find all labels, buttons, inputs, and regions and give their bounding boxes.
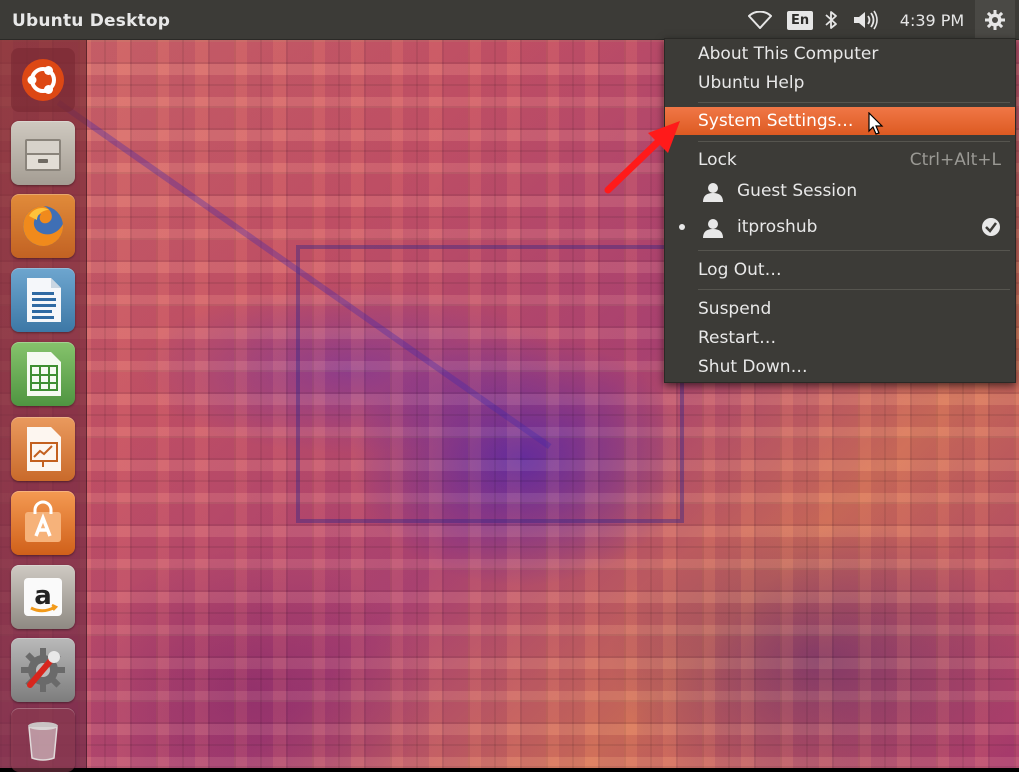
- libreoffice-impress-launcher[interactable]: [11, 417, 75, 481]
- trash-icon: [28, 722, 58, 761]
- presentation-icon: [27, 427, 61, 471]
- bluetooth-icon[interactable]: [820, 0, 842, 40]
- amazon-launcher[interactable]: a: [11, 565, 75, 629]
- menu-item-shut-down-label: Shut Down…: [698, 357, 808, 377]
- wifi-icon[interactable]: [746, 0, 774, 40]
- libreoffice-calc-launcher[interactable]: [11, 342, 75, 406]
- language-label: En: [786, 10, 814, 30]
- mouse-cursor-icon: [868, 112, 884, 135]
- launcher: a: [0, 40, 87, 772]
- menu-item-help[interactable]: Ubuntu Help: [665, 69, 1015, 97]
- file-cabinet-icon: [25, 139, 61, 171]
- menu-item-lock[interactable]: Lock Ctrl+Alt+L: [665, 146, 1015, 174]
- firefox-launcher[interactable]: [11, 194, 75, 258]
- menu-item-guest-session[interactable]: Guest Session: [665, 177, 1015, 205]
- menu-item-shut-down[interactable]: Shut Down…: [665, 353, 1015, 381]
- menu-separator: [698, 141, 1010, 142]
- menu-item-system-settings[interactable]: System Settings…: [665, 107, 1015, 135]
- active-user-bullet: [679, 224, 685, 230]
- language-indicator[interactable]: En: [786, 0, 814, 40]
- menu-item-about[interactable]: About This Computer: [665, 40, 1015, 68]
- session-menu: About This Computer Ubuntu Help System S…: [664, 38, 1016, 383]
- shopping-bag-icon: [25, 500, 61, 542]
- red-annotation-arrow: [604, 121, 680, 194]
- menu-item-lock-label: Lock: [698, 150, 737, 170]
- files-launcher[interactable]: [11, 121, 75, 185]
- clock[interactable]: 4:39 PM: [895, 0, 969, 40]
- lock-shortcut-label: Ctrl+Alt+L: [909, 150, 1001, 170]
- menu-separator: [698, 289, 1010, 290]
- menu-separator: [698, 102, 1010, 103]
- volume-icon[interactable]: [850, 0, 882, 40]
- top-panel: Ubuntu Desktop En 4:39 PM: [0, 0, 1019, 40]
- libreoffice-writer-launcher[interactable]: [11, 268, 75, 332]
- user-icon: [703, 183, 723, 202]
- wallpaper-rect-outline: [296, 245, 684, 523]
- panel-title: Ubuntu Desktop: [12, 11, 171, 31]
- menu-item-guest-session-label: Guest Session: [737, 181, 858, 201]
- checkmark-icon: [982, 218, 1000, 236]
- spreadsheet-icon: [27, 352, 61, 396]
- system-settings-launcher[interactable]: [11, 638, 75, 702]
- menu-item-suspend-label: Suspend: [698, 299, 772, 319]
- firefox-icon: [23, 206, 64, 246]
- menu-item-suspend[interactable]: Suspend: [665, 295, 1015, 323]
- svg-text:a: a: [34, 581, 52, 611]
- ubuntu-dash-button[interactable]: [11, 48, 75, 112]
- menu-item-current-user[interactable]: itproshub: [665, 213, 1015, 241]
- menu-item-help-label: Ubuntu Help: [698, 73, 805, 93]
- trash-launcher[interactable]: [11, 708, 75, 772]
- menu-item-log-out-label: Log Out…: [698, 260, 782, 280]
- settings-gear-wrench-icon: [21, 648, 65, 692]
- software-center-launcher[interactable]: [11, 491, 75, 555]
- menu-item-log-out[interactable]: Log Out…: [665, 256, 1015, 284]
- menu-item-about-label: About This Computer: [698, 44, 879, 64]
- document-icon: [27, 278, 61, 322]
- menu-separator: [698, 250, 1010, 251]
- menu-item-system-settings-label: System Settings…: [698, 111, 854, 131]
- menu-item-restart-label: Restart…: [698, 328, 777, 348]
- menu-item-restart[interactable]: Restart…: [665, 324, 1015, 352]
- session-gear-icon[interactable]: [975, 0, 1015, 40]
- user-icon: [703, 219, 723, 238]
- amazon-icon: a: [24, 578, 62, 616]
- ubuntu-logo-icon: [22, 59, 64, 101]
- menu-item-current-user-label: itproshub: [737, 217, 818, 237]
